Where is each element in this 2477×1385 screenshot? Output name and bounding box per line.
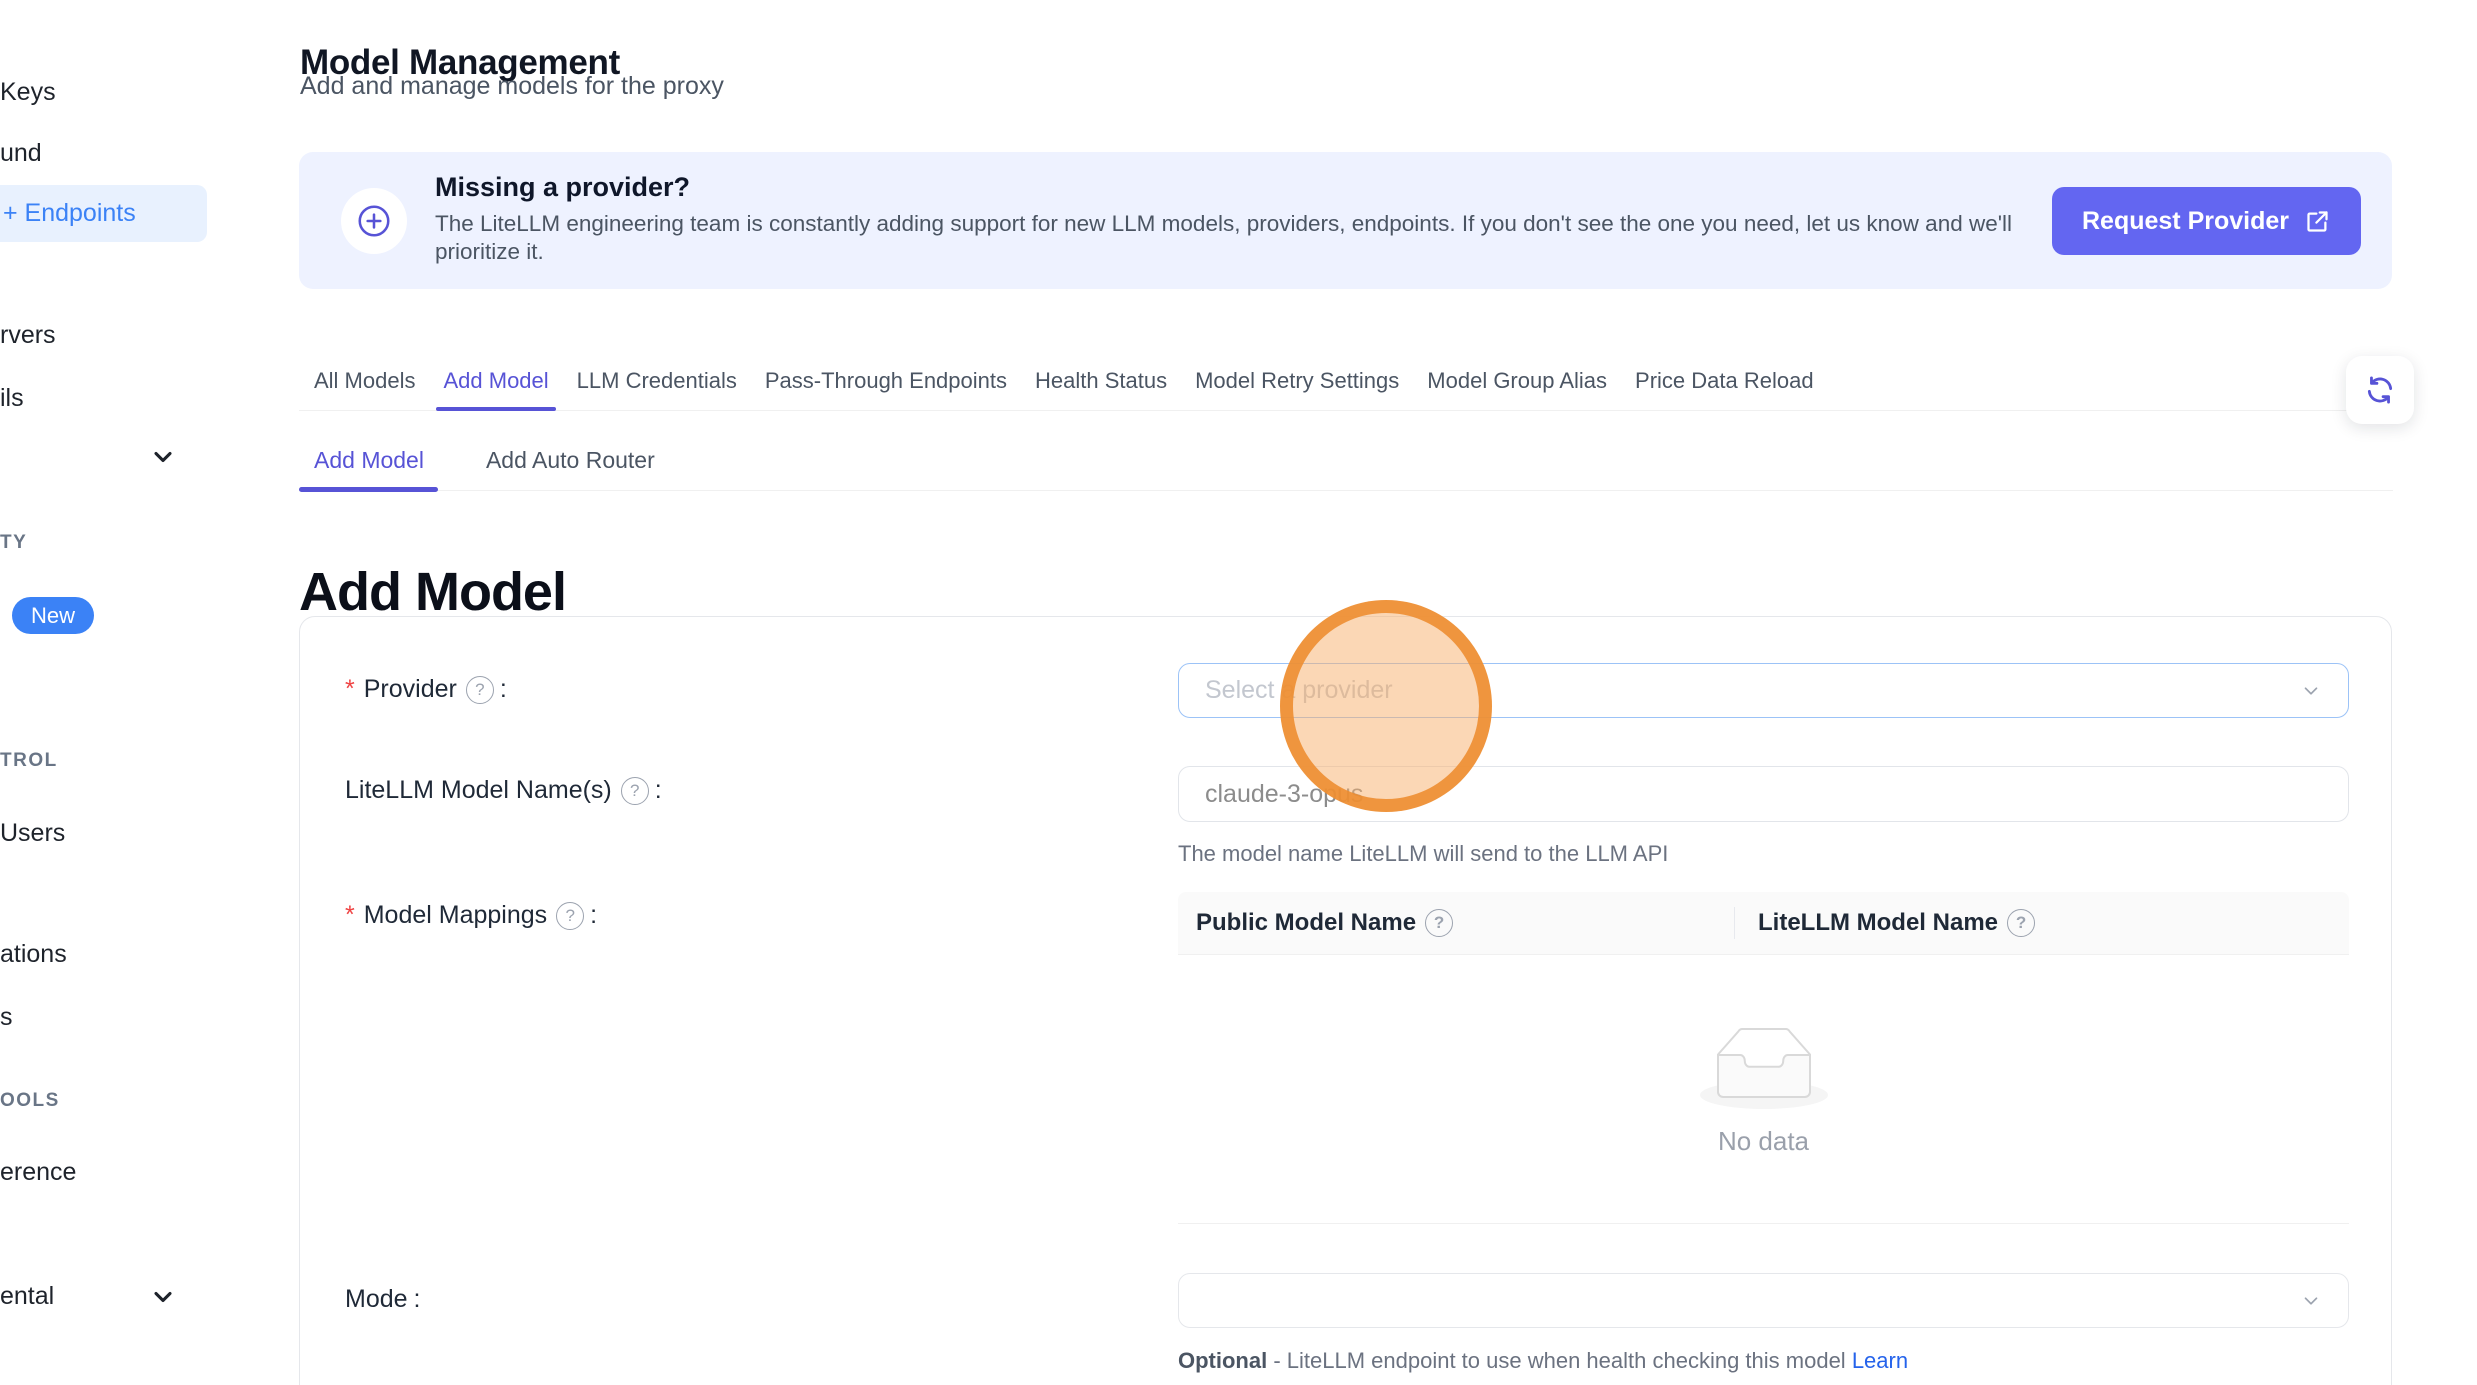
sidebar-section-tools: OOLS — [0, 1090, 60, 1112]
help-icon[interactable]: ? — [2007, 909, 2035, 937]
litellm-model-name-label-text: LiteLLM Model Name(s) — [345, 776, 612, 805]
request-provider-label: Request Provider — [2082, 207, 2289, 236]
litellm-model-name-label: LiteLLM Model Name(s) ? : — [345, 776, 662, 805]
sidebar-item-api-reference[interactable]: erence — [0, 1157, 76, 1188]
sidebar-item-organizations[interactable]: ations — [0, 939, 67, 970]
refresh-button[interactable] — [2346, 356, 2414, 424]
model-management-page: Keys und + Endpoints rvers ils TY New TR… — [0, 0, 2477, 1385]
mode-select[interactable] — [1178, 1273, 2349, 1328]
chevron-down-icon — [2300, 680, 2322, 702]
learn-more-link[interactable]: Learn — [1852, 1348, 1908, 1373]
tab-model-group-alias[interactable]: Model Group Alias — [1427, 352, 1607, 410]
mode-help-optional: Optional — [1178, 1348, 1267, 1373]
request-provider-button[interactable]: Request Provider — [2052, 187, 2361, 255]
chevron-down-icon[interactable] — [148, 442, 178, 472]
column-litellm-model-name: LiteLLM Model Name ? — [1734, 909, 2035, 937]
model-mappings-table: Public Model Name ? LiteLLM Model Name ? — [1178, 892, 2349, 1224]
provider-select[interactable]: Select a provider — [1178, 663, 2349, 718]
label-colon: : — [590, 901, 597, 930]
mode-label-text: Mode — [345, 1285, 408, 1314]
banner-body: The LiteLLM engineering team is constant… — [435, 210, 2065, 266]
sidebar-item-experimental[interactable]: ental — [0, 1281, 54, 1312]
banner-title: Missing a provider? — [435, 172, 690, 203]
tab-price-data-reload[interactable]: Price Data Reload — [1635, 352, 1814, 410]
empty-state: No data — [1700, 1027, 1828, 1157]
help-icon[interactable]: ? — [466, 676, 494, 704]
plus-circle-icon — [341, 188, 407, 254]
required-marker: * — [345, 901, 355, 930]
sidebar-item-virtual-keys[interactable]: Keys — [0, 77, 56, 108]
sidebar-item-internal-users[interactable]: Users — [0, 818, 65, 849]
model-mappings-label: * Model Mappings ? : — [345, 901, 597, 930]
column-public-model-name: Public Model Name ? — [1178, 909, 1734, 937]
mode-label: Mode : — [345, 1285, 421, 1314]
mode-help: Optional - LiteLLM endpoint to use when … — [1178, 1348, 1908, 1374]
litellm-model-name-input[interactable] — [1178, 766, 2349, 822]
provider-label: * Provider ? : — [345, 675, 507, 704]
add-model-form-card: * Provider ? : Select a provider LiteLLM… — [299, 616, 2392, 1385]
new-badge[interactable]: New — [12, 597, 94, 634]
model-mappings-label-text: Model Mappings — [364, 901, 547, 930]
column-label: LiteLLM Model Name — [1758, 909, 1998, 937]
tab-pass-through-endpoints[interactable]: Pass-Through Endpoints — [765, 352, 1007, 410]
tab-llm-credentials[interactable]: LLM Credentials — [577, 352, 737, 410]
provider-label-text: Provider — [364, 675, 457, 704]
sidebar-item-guardrails[interactable]: ils — [0, 383, 24, 414]
litellm-model-name-help: The model name LiteLLM will send to the … — [1178, 841, 1668, 867]
column-label: Public Model Name — [1196, 909, 1416, 937]
chevron-down-icon — [2300, 1290, 2322, 1312]
sidebar-item-teams[interactable]: s — [0, 1002, 13, 1033]
chevron-down-icon[interactable] — [148, 1282, 178, 1312]
help-icon[interactable]: ? — [1425, 909, 1453, 937]
subtab-add-auto-router[interactable]: Add Auto Router — [486, 430, 655, 490]
page-subtitle: Add and manage models for the proxy — [300, 72, 724, 101]
required-marker: * — [345, 675, 355, 704]
subtab-add-model[interactable]: Add Model — [314, 430, 424, 490]
label-colon: : — [500, 675, 507, 704]
missing-provider-banner: Missing a provider? The LiteLLM engineer… — [299, 152, 2392, 289]
sync-icon — [2364, 374, 2396, 406]
model-mappings-table-body: No data — [1178, 955, 2349, 1224]
sidebar-section-access-control: TROL — [0, 750, 58, 772]
provider-placeholder: Select a provider — [1205, 676, 1393, 705]
model-tabs: All Models Add Model LLM Credentials Pas… — [299, 352, 2393, 411]
no-data-label: No data — [1700, 1126, 1828, 1157]
label-colon: : — [655, 776, 662, 805]
add-model-subtabs: Add Model Add Auto Router — [299, 430, 2393, 491]
tab-all-models[interactable]: All Models — [314, 352, 415, 410]
external-link-icon — [2304, 208, 2331, 235]
empty-inbox-icon — [1700, 1027, 1828, 1109]
mode-help-text: - LiteLLM endpoint to use when health ch… — [1267, 1348, 1852, 1373]
add-model-heading: Add Model — [299, 561, 566, 623]
sidebar-section-observability: TY — [0, 532, 27, 554]
label-colon: : — [414, 1285, 421, 1314]
tab-model-retry-settings[interactable]: Model Retry Settings — [1195, 352, 1399, 410]
tab-health-status[interactable]: Health Status — [1035, 352, 1167, 410]
sidebar-item-playground[interactable]: und — [0, 138, 42, 169]
help-icon[interactable]: ? — [621, 777, 649, 805]
help-icon[interactable]: ? — [556, 902, 584, 930]
column-divider — [1734, 907, 1735, 939]
sidebar-item-models-endpoints[interactable]: + Endpoints — [0, 185, 207, 242]
model-mappings-table-header: Public Model Name ? LiteLLM Model Name ? — [1178, 892, 2349, 955]
sidebar-item-mcp-servers[interactable]: rvers — [0, 320, 56, 351]
tab-add-model[interactable]: Add Model — [443, 352, 548, 410]
